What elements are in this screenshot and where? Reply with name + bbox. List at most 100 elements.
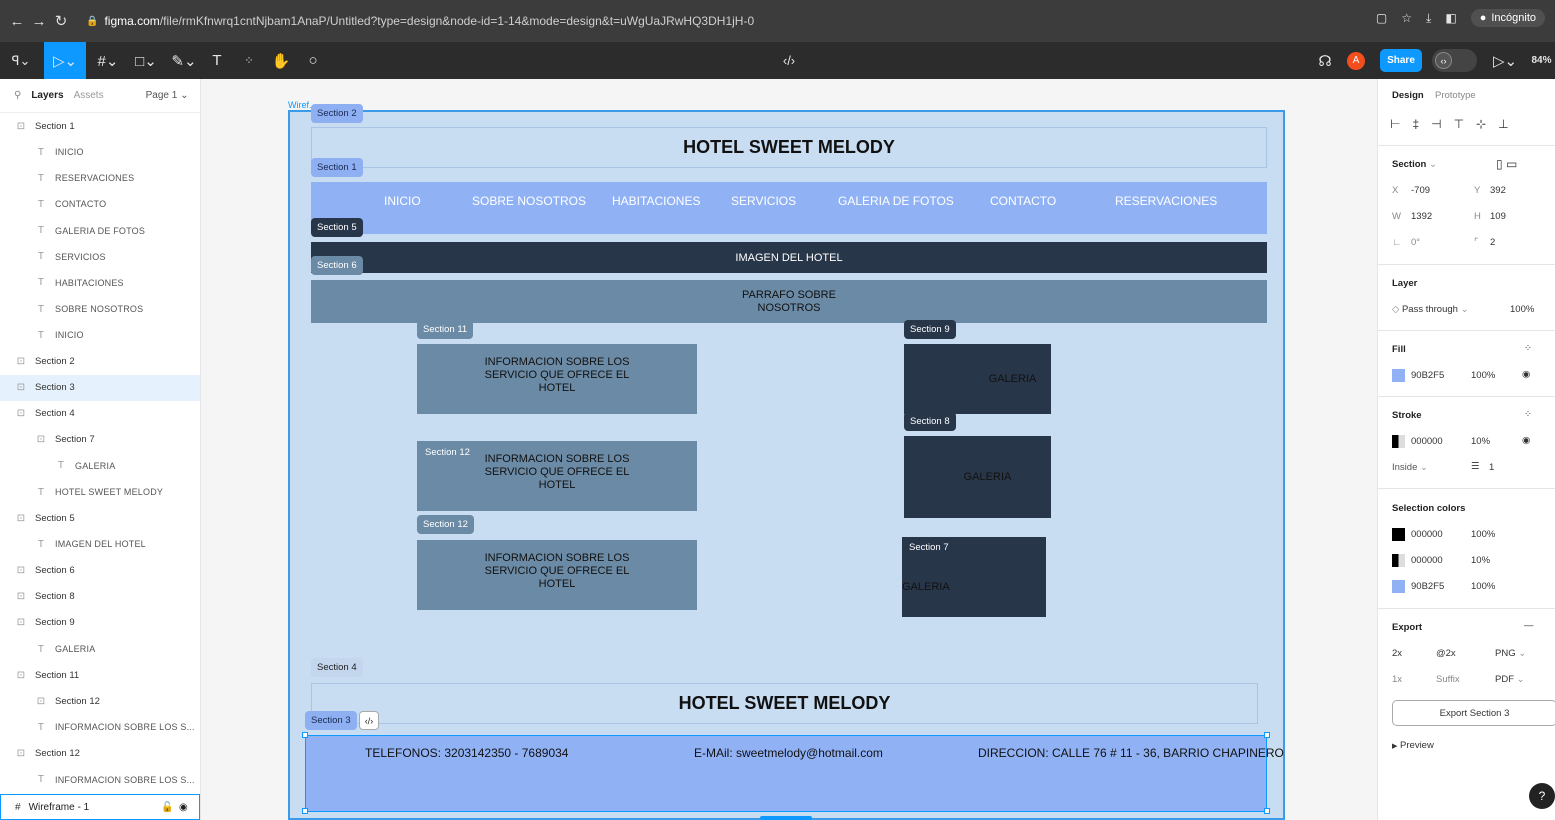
- tag-section-4[interactable]: Section 4: [311, 658, 363, 677]
- page-selector[interactable]: Page 1 ⌄: [146, 90, 189, 101]
- tab-layers[interactable]: Layers: [31, 90, 63, 101]
- export-scale[interactable]: 2x: [1392, 648, 1402, 659]
- eye-icon[interactable]: ◉: [1522, 435, 1530, 446]
- tag-section-6[interactable]: Section 6: [311, 256, 363, 275]
- tag-section-12a[interactable]: Section 12: [419, 443, 476, 462]
- pen-tool-icon[interactable]: ✎⌄: [166, 42, 202, 79]
- dev-mode-icon[interactable]: ‹/›: [359, 711, 379, 730]
- tab-search-icon[interactable]: ▢: [1376, 11, 1387, 25]
- orientation-icons[interactable]: ▯ ▭: [1496, 157, 1517, 171]
- main-menu-icon[interactable]: ꟼ⌄: [0, 42, 42, 79]
- remove-export-icon[interactable]: —: [1524, 620, 1534, 631]
- tab-assets[interactable]: Assets: [74, 90, 104, 101]
- export-suffix-2[interactable]: Suffix: [1436, 674, 1460, 685]
- layer-item[interactable]: ⊡ Section 1: [0, 113, 200, 139]
- layer-item[interactable]: ⊡ Section 12: [0, 688, 200, 714]
- tab-prototype[interactable]: Prototype: [1435, 90, 1476, 101]
- layer-item[interactable]: ⊡ Section 2: [0, 348, 200, 374]
- reload-icon[interactable]: ↻: [50, 12, 72, 30]
- back-icon[interactable]: ←: [6, 13, 28, 30]
- layer-item[interactable]: T SOBRE NOSOTROS: [0, 296, 200, 322]
- align-icons[interactable]: ⊢‡⊣⊤⊹⊥: [1390, 117, 1521, 131]
- layer-item[interactable]: T GALERIA: [0, 453, 200, 479]
- shape-tool-icon[interactable]: □⌄: [128, 42, 164, 79]
- hand-tool-icon[interactable]: ✋: [268, 42, 294, 79]
- layer-item[interactable]: T INICIO: [0, 322, 200, 348]
- tab-design[interactable]: Design: [1392, 90, 1424, 101]
- selection-hex-2[interactable]: 000000: [1411, 555, 1443, 566]
- incognito-badge[interactable]: ● Incógnito: [1470, 9, 1545, 27]
- dev-mode-icon[interactable]: ‹/›: [774, 42, 804, 79]
- layer-item[interactable]: T GALERIA: [0, 636, 200, 662]
- stroke-hex[interactable]: 000000: [1411, 436, 1443, 447]
- stroke-position-select[interactable]: Inside ⌄: [1392, 462, 1428, 473]
- dev-mode-toggle[interactable]: ‹›: [1432, 49, 1477, 72]
- radius-input[interactable]: 2: [1490, 237, 1495, 248]
- layer-item[interactable]: ⊡ Section 3: [0, 374, 200, 401]
- resize-handle[interactable]: [302, 732, 308, 738]
- tag-section-11[interactable]: Section 11: [417, 320, 474, 339]
- preview-toggle[interactable]: ▶ Preview: [1392, 740, 1434, 751]
- lock-icon[interactable]: 🔓: [161, 802, 173, 813]
- layer-item[interactable]: ⊡ Section 4: [0, 401, 200, 427]
- eye-icon[interactable]: ◉: [179, 802, 188, 813]
- tag-section-5[interactable]: Section 5: [311, 218, 363, 237]
- tag-section-8[interactable]: Section 8: [904, 412, 956, 431]
- tag-section-12b[interactable]: Section 12: [417, 515, 474, 534]
- forward-icon[interactable]: →: [28, 13, 50, 30]
- text-tool-icon[interactable]: T: [204, 42, 230, 79]
- tag-section-7[interactable]: Section 7: [909, 542, 949, 553]
- fill-styles-icon[interactable]: ⁘: [1524, 343, 1532, 354]
- bookmark-star-icon[interactable]: ☆: [1401, 11, 1412, 25]
- export-format-2[interactable]: PDF ⌄: [1495, 674, 1525, 685]
- w-input[interactable]: 1392: [1411, 211, 1432, 222]
- layer-item[interactable]: T RESERVACIONES: [0, 165, 200, 191]
- layer-item[interactable]: ⊡ Section 7: [0, 427, 200, 453]
- search-icon[interactable]: ⚲: [14, 90, 21, 101]
- sidebar-icon[interactable]: ◧: [1445, 11, 1456, 25]
- layer-wireframe[interactable]: # Wireframe - 1 🔓 ◉: [0, 794, 200, 820]
- selection-swatch-2[interactable]: [1392, 554, 1405, 567]
- selection-swatch-3[interactable]: [1392, 580, 1405, 593]
- tag-section-3[interactable]: Section 3: [305, 711, 357, 730]
- layer-item[interactable]: ⊡ Section 5: [0, 505, 200, 531]
- layer-item[interactable]: ⊡ Section 6: [0, 558, 200, 584]
- x-input[interactable]: -709: [1411, 185, 1430, 196]
- blend-mode-select[interactable]: ◇ Pass through ⌄: [1392, 304, 1469, 315]
- layer-item[interactable]: T GALERIA DE FOTOS: [0, 218, 200, 244]
- fill-hex[interactable]: 90B2F5: [1411, 370, 1444, 381]
- fill-opacity[interactable]: 100%: [1471, 370, 1495, 381]
- stroke-swatch[interactable]: [1392, 435, 1405, 448]
- help-button[interactable]: ?: [1529, 783, 1555, 809]
- h-input[interactable]: 109: [1490, 211, 1506, 222]
- rotation-input[interactable]: 0°: [1411, 237, 1420, 248]
- move-tool-icon[interactable]: ▷⌄: [44, 42, 86, 79]
- resize-handle[interactable]: [1264, 808, 1270, 814]
- tag-section-9[interactable]: Section 9: [904, 320, 956, 339]
- y-input[interactable]: 392: [1490, 185, 1506, 196]
- layer-item[interactable]: ⊡ Section 8: [0, 584, 200, 610]
- layer-item[interactable]: T SERVICIOS: [0, 244, 200, 270]
- avatar[interactable]: A: [1343, 42, 1369, 79]
- share-button[interactable]: Share: [1380, 49, 1422, 72]
- export-button[interactable]: Export Section 3: [1392, 700, 1555, 726]
- frame-tool-icon[interactable]: #⌄: [90, 42, 126, 79]
- layer-item[interactable]: ⊡ Section 9: [0, 610, 200, 636]
- canvas-scrollbar[interactable]: [760, 816, 812, 820]
- layer-item[interactable]: T CONTACTO: [0, 191, 200, 217]
- zoom-level[interactable]: 84%: [1528, 42, 1555, 79]
- address-bar[interactable]: 🔒 figma.com /file/rmKfnwrq1cntNjbam1AnaP…: [86, 14, 754, 28]
- selection-hex-3[interactable]: 90B2F5: [1411, 581, 1444, 592]
- export-suffix[interactable]: @2x: [1436, 648, 1456, 659]
- eye-icon[interactable]: ◉: [1522, 369, 1530, 380]
- layer-item[interactable]: T INFORMACION SOBRE LOS S...: [0, 714, 200, 740]
- layer-item[interactable]: T HOTEL SWEET MELODY: [0, 479, 200, 505]
- layer-item[interactable]: ⊡ Section 12: [0, 741, 200, 767]
- layer-opacity[interactable]: 100%: [1510, 304, 1534, 315]
- download-icon[interactable]: ⤓: [1426, 11, 1431, 26]
- layer-item[interactable]: T INICIO: [0, 139, 200, 165]
- export-scale-2[interactable]: 1x: [1392, 674, 1402, 685]
- present-icon[interactable]: ▷⌄: [1490, 42, 1520, 79]
- resize-handle[interactable]: [302, 808, 308, 814]
- layer-item[interactable]: T IMAGEN DEL HOTEL: [0, 531, 200, 557]
